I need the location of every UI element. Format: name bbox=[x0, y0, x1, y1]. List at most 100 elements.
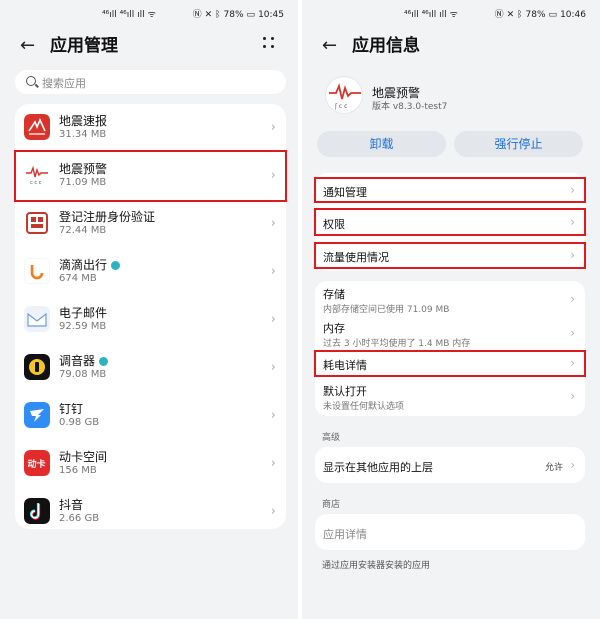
app-info-screen: ⁴⁶ıll ⁴⁶ıll ıll ᯤ Ⓝ ✕ ᛒ 78% ▭ 10:46 ← 应用信… bbox=[302, 0, 600, 619]
nfc-icon: Ⓝ bbox=[192, 10, 202, 20]
title-bar: ← 应用管理 bbox=[0, 32, 298, 60]
force-stop-button[interactable]: 强行停止 bbox=[454, 131, 583, 157]
chevron-right-icon: › bbox=[270, 120, 276, 135]
tuner-icon bbox=[24, 354, 50, 380]
app-size: 156 MB bbox=[59, 465, 97, 476]
chevron-right-icon: › bbox=[270, 408, 276, 423]
wifi-icon: ᯤ bbox=[147, 10, 156, 20]
row-label: 显示在其他应用的上层 bbox=[323, 461, 433, 474]
app-name: 调音器 bbox=[59, 352, 109, 369]
overlay-permission-row[interactable]: 显示在其他应用的上层 允许 › bbox=[315, 447, 585, 483]
app-size: 0.98 GB bbox=[59, 417, 100, 428]
row-label: 存储 bbox=[323, 288, 345, 301]
quake-news-icon bbox=[24, 114, 50, 140]
storage-row[interactable]: 存储 内部存储空间已使用 71.09 MB › bbox=[315, 281, 585, 315]
signal-icon: ⁴⁶ıll ⁴⁶ıll ıll bbox=[102, 10, 145, 20]
row-label: 内存 bbox=[323, 322, 345, 335]
row-label: 默认打开 bbox=[323, 385, 367, 398]
page-title: 应用管理 bbox=[50, 36, 118, 56]
highlight-box bbox=[314, 350, 586, 377]
svg-text:ʃ c c: ʃ c c bbox=[334, 103, 347, 110]
app-details-row[interactable]: 应用详情 bbox=[315, 514, 585, 550]
dongka-icon: 动卡 bbox=[24, 450, 50, 476]
chevron-right-icon: › bbox=[270, 312, 276, 327]
verified-badge-icon bbox=[99, 357, 109, 366]
chevron-right-icon: › bbox=[270, 216, 276, 231]
app-size: 2.66 GB bbox=[59, 513, 100, 524]
list-item-dongka[interactable]: 动卡 动卡空间 156 MB › bbox=[15, 440, 286, 488]
app-name: 抖音 bbox=[59, 498, 84, 512]
section-header-store: 商店 bbox=[322, 500, 341, 510]
app-size: 674 MB bbox=[59, 273, 97, 284]
memory-row[interactable]: 内存 过去 3 小时平均使用了 1.4 MB 内存 › bbox=[315, 315, 585, 349]
list-item-quake-news[interactable]: 地震速报 31.34 MB › bbox=[15, 104, 286, 152]
battery-percent: 78% bbox=[223, 10, 244, 20]
row-subtitle: 未设置任何默认选项 bbox=[323, 402, 405, 412]
status-bar: ⁴⁶ıll ⁴⁶ıll ıll ᯤ Ⓝ ✕ ᛒ 78% ▭ 10:46 bbox=[302, 8, 600, 24]
didi-icon bbox=[24, 258, 50, 284]
clock: 10:45 bbox=[258, 10, 284, 20]
chevron-right-icon: › bbox=[270, 360, 276, 375]
back-arrow-icon[interactable]: ← bbox=[20, 35, 42, 57]
app-size: 79.08 MB bbox=[59, 369, 107, 380]
list-item-didi[interactable]: 滴滴出行 674 MB › bbox=[15, 248, 286, 296]
bluetooth-icon: ᛒ bbox=[215, 10, 221, 20]
app-name: 滴滴出行 bbox=[59, 256, 121, 273]
app-name: 动卡空间 bbox=[59, 450, 108, 464]
install-source-note: 通过应用安装器安装的应用 bbox=[322, 561, 431, 571]
more-options-icon[interactable] bbox=[262, 35, 278, 53]
settings-card-mid: 存储 内部存储空间已使用 71.09 MB › 内存 过去 3 小时平均使用了 … bbox=[315, 281, 585, 416]
status-bar: ⁴⁶ıll ⁴⁶ıll ıll ᯤ Ⓝ ✕ ᛒ 78% ▭ 10:45 bbox=[0, 8, 298, 24]
list-item-douyin[interactable]: 抖音 2.66 GB › bbox=[15, 488, 286, 536]
app-size: 92.59 MB bbox=[59, 321, 107, 332]
app-name: 电子邮件 bbox=[59, 306, 108, 320]
wifi-icon: ᯤ bbox=[449, 10, 458, 20]
chevron-right-icon: › bbox=[570, 389, 575, 403]
clock: 10:46 bbox=[560, 10, 586, 20]
row-subtitle: 内部存储空间已使用 71.09 MB bbox=[323, 305, 450, 315]
search-input[interactable]: 搜索应用 bbox=[15, 70, 286, 94]
chevron-right-icon: › bbox=[270, 264, 276, 279]
signal-icon: ⁴⁶ıll ⁴⁶ıll ıll bbox=[404, 10, 447, 20]
row-value: 允许 bbox=[544, 463, 563, 473]
battery-icon: ▭ bbox=[246, 10, 256, 20]
back-arrow-icon[interactable]: ← bbox=[322, 35, 344, 57]
svg-text:动卡: 动卡 bbox=[28, 458, 46, 470]
default-open-row[interactable]: 默认打开 未设置任何默认选项 › bbox=[315, 379, 585, 414]
chevron-right-icon: › bbox=[270, 504, 276, 519]
nfc-icon: Ⓝ bbox=[494, 10, 504, 20]
app-management-screen: ⁴⁶ıll ⁴⁶ıll ıll ᯤ Ⓝ ✕ ᛒ 78% ▭ 10:45 ← 应用管… bbox=[0, 0, 298, 619]
highlight-box bbox=[14, 150, 287, 202]
mute-icon: ✕ bbox=[204, 10, 213, 20]
email-icon bbox=[24, 306, 50, 332]
search-icon bbox=[26, 76, 36, 86]
app-version: 版本 v8.3.0-test7 bbox=[372, 102, 448, 112]
battery-icon: ▭ bbox=[548, 10, 558, 20]
battery-percent: 78% bbox=[525, 10, 546, 20]
id-verify-icon bbox=[24, 210, 50, 236]
search-placeholder: 搜索应用 bbox=[42, 77, 86, 90]
list-item-id-verify[interactable]: 登记注册身份验证 72.44 MB › bbox=[15, 200, 286, 248]
row-label: 应用详情 bbox=[323, 528, 367, 541]
douyin-icon bbox=[24, 498, 50, 524]
app-size: 72.44 MB bbox=[59, 225, 107, 236]
list-item-tuner[interactable]: 调音器 79.08 MB › bbox=[15, 344, 286, 392]
quake-alert-icon: ʃ c c bbox=[325, 76, 363, 114]
row-subtitle: 过去 3 小时平均使用了 1.4 MB 内存 bbox=[323, 339, 471, 349]
app-name: 钉钉 bbox=[59, 402, 84, 416]
chevron-right-icon: › bbox=[570, 458, 575, 472]
mute-icon: ✕ bbox=[506, 10, 515, 20]
title-bar: ← 应用信息 bbox=[302, 32, 600, 60]
highlight-box bbox=[314, 177, 586, 203]
app-name: 地震速报 bbox=[59, 114, 108, 128]
dingtalk-icon bbox=[24, 402, 50, 428]
uninstall-button[interactable]: 卸载 bbox=[317, 131, 446, 157]
list-item-email[interactable]: 电子邮件 92.59 MB › bbox=[15, 296, 286, 344]
list-item-dingtalk[interactable]: 钉钉 0.98 GB › bbox=[15, 392, 286, 440]
app-name: 登记注册身份验证 bbox=[59, 210, 156, 224]
chevron-right-icon: › bbox=[270, 456, 276, 471]
bluetooth-icon: ᛒ bbox=[517, 10, 523, 20]
app-size: 31.34 MB bbox=[59, 129, 107, 140]
chevron-right-icon: › bbox=[570, 292, 575, 306]
highlight-box bbox=[314, 242, 586, 269]
